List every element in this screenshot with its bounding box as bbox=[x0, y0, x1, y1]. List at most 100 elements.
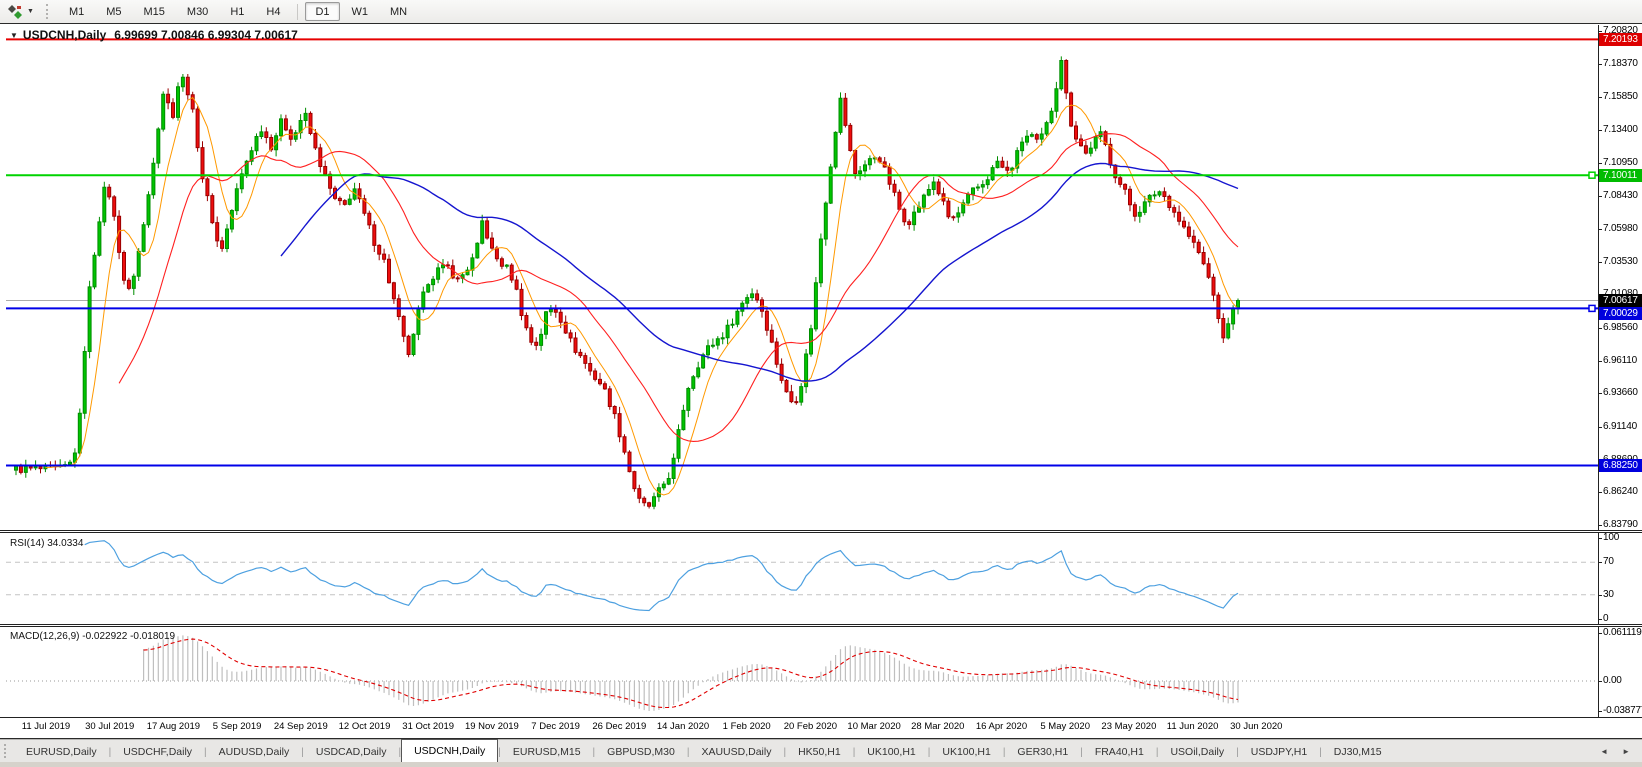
tab-eurusd-daily[interactable]: EURUSD,Daily bbox=[14, 741, 109, 762]
price-axis-tick: 7.18370 bbox=[1603, 58, 1642, 70]
axis-tick-mark bbox=[1598, 492, 1602, 493]
time-axis-border bbox=[0, 717, 1642, 718]
axis-tick-mark bbox=[1598, 681, 1602, 682]
ma-mid-line bbox=[119, 134, 1238, 442]
price-axis-tick: 6.86240 bbox=[1603, 486, 1642, 498]
timeframe-button-h1[interactable]: H1 bbox=[220, 2, 254, 21]
date-axis-label: 30 Jul 2019 bbox=[85, 721, 134, 733]
macd-axis-tick: 0.00 bbox=[1603, 675, 1642, 687]
macd-histogram bbox=[144, 635, 1238, 711]
axis-tick-mark bbox=[1598, 525, 1602, 526]
macd-axis-tick: -0.038777 bbox=[1603, 705, 1642, 717]
price-axis-tick: 7.15850 bbox=[1603, 91, 1642, 103]
tab-uk100-h1[interactable]: UK100,H1 bbox=[855, 741, 927, 762]
rsi-axis-tick: 100 bbox=[1603, 532, 1642, 544]
chart-ohlc-values: 6.99699 7.00846 6.99304 7.00617 bbox=[114, 28, 298, 42]
price-axis-tick: 7.03530 bbox=[1603, 256, 1642, 268]
level-handle-7.00029[interactable] bbox=[1589, 305, 1595, 311]
price-axis-tick: 7.08430 bbox=[1603, 190, 1642, 202]
tab-usdjpy-h1[interactable]: USDJPY,H1 bbox=[1239, 741, 1319, 762]
date-axis-label: 10 Mar 2020 bbox=[847, 721, 900, 733]
tab-usdcnh-daily[interactable]: USDCNH,Daily bbox=[401, 739, 498, 762]
timeframe-button-m15[interactable]: M15 bbox=[134, 2, 175, 21]
axis-tick-mark bbox=[1598, 130, 1602, 131]
date-axis-label: 17 Aug 2019 bbox=[147, 721, 200, 733]
tab-eurusd-m15[interactable]: EURUSD,M15 bbox=[501, 741, 593, 762]
level-handle-7.10011[interactable] bbox=[1589, 172, 1595, 178]
price-axis-tick: 7.10950 bbox=[1603, 157, 1642, 169]
price-axis-tick: 6.93660 bbox=[1603, 387, 1642, 399]
tab-usoil-daily[interactable]: USOil,Daily bbox=[1158, 741, 1236, 762]
timeframe-button-m5[interactable]: M5 bbox=[96, 2, 131, 21]
date-axis-label: 28 Mar 2020 bbox=[911, 721, 964, 733]
date-axis-label: 31 Oct 2019 bbox=[402, 721, 454, 733]
axis-tick-mark bbox=[1598, 711, 1602, 712]
axis-tick-mark bbox=[1598, 328, 1602, 329]
tab-uk100-h1[interactable]: UK100,H1 bbox=[930, 741, 1002, 762]
timeframe-button-mn[interactable]: MN bbox=[380, 2, 417, 21]
axis-tick-mark bbox=[1598, 196, 1602, 197]
macd-signal-line bbox=[144, 639, 1238, 707]
axis-tick-mark bbox=[1598, 393, 1602, 394]
chart-objects-icon[interactable] bbox=[5, 3, 25, 21]
axis-tick-mark bbox=[1598, 633, 1602, 634]
price-axis-tick: 6.98560 bbox=[1603, 322, 1642, 334]
date-axis-label: 11 Jul 2019 bbox=[22, 721, 70, 733]
timeframe-button-m30[interactable]: M30 bbox=[177, 2, 218, 21]
rsi-axis-tick: 30 bbox=[1603, 589, 1642, 601]
chart-symbol-timeframe: USDCNH,Daily bbox=[23, 28, 106, 42]
timeframe-button-d1[interactable]: D1 bbox=[305, 2, 339, 21]
axis-tick-mark bbox=[1598, 229, 1602, 230]
tab-usdchf-daily[interactable]: USDCHF,Daily bbox=[111, 741, 204, 762]
timeframe-toolbar: ▼ M1M5M15M30H1H4 D1W1MN bbox=[0, 0, 1642, 24]
date-axis-label: 30 Jun 2020 bbox=[1230, 721, 1282, 733]
tab-gbpusd-m30[interactable]: GBPUSD,M30 bbox=[595, 741, 687, 762]
tabbar-drag-handle[interactable] bbox=[4, 744, 8, 758]
tab-scroll-left-icon[interactable]: ◄ bbox=[1600, 747, 1608, 756]
timeframe-button-w1[interactable]: W1 bbox=[342, 2, 379, 21]
down-candle-wicks bbox=[21, 59, 1223, 508]
timeframe-button-h4[interactable]: H4 bbox=[256, 2, 290, 21]
date-axis-label: 5 May 2020 bbox=[1040, 721, 1090, 733]
tab-scroll-buttons: ◄ ► bbox=[1600, 747, 1630, 756]
date-axis-label: 26 Dec 2019 bbox=[592, 721, 646, 733]
date-axis-label: 11 Jun 2020 bbox=[1167, 721, 1219, 733]
date-axis-label: 7 Dec 2019 bbox=[531, 721, 580, 733]
timeframe-button-m1[interactable]: M1 bbox=[59, 2, 94, 21]
axis-tick-mark bbox=[1598, 427, 1602, 428]
macd-axis-tick: 0.061119 bbox=[1603, 627, 1642, 639]
price-axis-tick: 7.13400 bbox=[1603, 124, 1642, 136]
price-axis-tick: 6.91140 bbox=[1603, 421, 1642, 433]
tab-scroll-right-icon[interactable]: ► bbox=[1622, 747, 1630, 756]
chart-menu-arrow-icon[interactable]: ▼ bbox=[10, 31, 18, 40]
axis-tick-mark bbox=[1598, 619, 1602, 620]
chart-title: ▼ USDCNH,Daily 6.99699 7.00846 6.99304 7.0… bbox=[10, 28, 298, 42]
window-bottom-strip bbox=[0, 762, 1642, 767]
panel-splitter[interactable] bbox=[0, 530, 1642, 533]
rsi-line bbox=[85, 541, 1238, 611]
date-axis-label: 16 Apr 2020 bbox=[976, 721, 1027, 733]
chevron-down-icon[interactable]: ▼ bbox=[25, 8, 40, 15]
panel-splitter[interactable] bbox=[0, 624, 1642, 627]
axis-tick-mark bbox=[1598, 64, 1602, 65]
tab-ger30-h1[interactable]: GER30,H1 bbox=[1005, 741, 1080, 762]
ma-slow-line bbox=[281, 163, 1238, 381]
price-axis-border bbox=[1598, 25, 1599, 718]
tab-xauusd-daily[interactable]: XAUUSD,Daily bbox=[689, 741, 783, 762]
tab-fra40-h1[interactable]: FRA40,H1 bbox=[1083, 741, 1156, 762]
rsi-indicator-panel[interactable] bbox=[6, 533, 1598, 624]
main-price-chart[interactable] bbox=[6, 25, 1598, 530]
macd-indicator-panel[interactable] bbox=[6, 627, 1598, 717]
tab-hk50-h1[interactable]: HK50,H1 bbox=[786, 741, 853, 762]
tab-usdcad-daily[interactable]: USDCAD,Daily bbox=[304, 741, 399, 762]
toolbar-drag-handle[interactable] bbox=[46, 4, 50, 19]
tab-dj30-m15[interactable]: DJ30,M15 bbox=[1322, 741, 1394, 762]
price-axis-tick: 6.96110 bbox=[1603, 355, 1642, 367]
date-axis-label: 5 Sep 2019 bbox=[213, 721, 262, 733]
date-axis-label: 19 Nov 2019 bbox=[465, 721, 519, 733]
axis-tick-mark bbox=[1598, 562, 1602, 563]
toolbar-separator bbox=[297, 4, 298, 20]
timeframe-buttons: M1M5M15M30H1H4 D1W1MN bbox=[58, 2, 418, 21]
tab-audusd-daily[interactable]: AUDUSD,Daily bbox=[207, 741, 302, 762]
rsi-axis-tick: 70 bbox=[1603, 556, 1642, 568]
